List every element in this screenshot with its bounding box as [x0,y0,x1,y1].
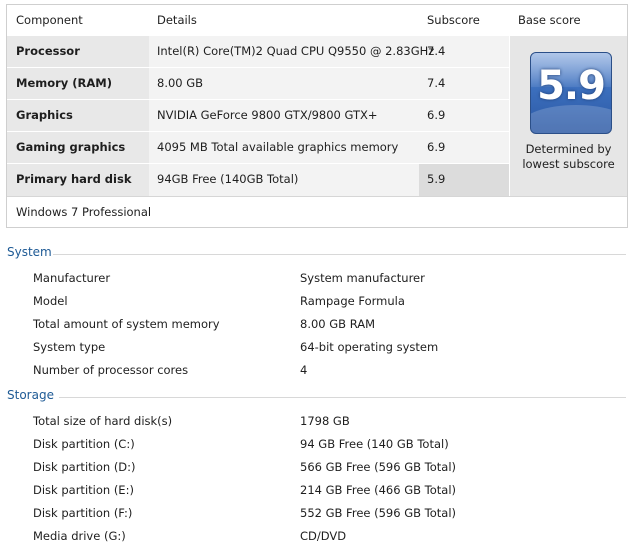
caption-line-1: Determined by [525,142,612,156]
edition-footer: Windows 7 Professional [7,196,627,228]
property-key: System type [33,340,106,354]
property-row: Disk partition (C:) 94 GB Free (140 GB T… [0,433,635,456]
base-score-caption: Determined by lowest subscore [510,142,627,172]
property-row: Media drive (G:) CD/DVD [0,525,635,548]
property-key: Media drive (G:) [33,529,126,543]
property-value: System manufacturer [300,271,425,285]
component-details: 94GB Free (140GB Total) [157,172,299,186]
header-subscore: Subscore [427,13,480,27]
property-row: System type 64-bit operating system [0,336,635,359]
section-divider [53,254,626,255]
component-subscore: 5.9 [427,172,446,186]
base-score-cell: 5.9 Determined by lowest subscore [510,36,627,196]
property-value: 64-bit operating system [300,340,439,354]
property-row: Manufacturer System manufacturer [0,267,635,290]
component-details: 8.00 GB [157,76,204,90]
property-value: 4 [300,363,308,377]
component-subscore: 6.9 [427,108,446,122]
component-details: 4095 MB Total available graphics memory [157,140,399,154]
property-row: Model Rampage Formula [0,290,635,313]
property-key: Total amount of system memory [33,317,220,331]
component-subscore: 7.4 [427,44,446,58]
property-key: Disk partition (E:) [33,483,134,497]
property-row: Disk partition (F:) 552 GB Free (596 GB … [0,502,635,525]
property-key: Manufacturer [33,271,111,285]
section-divider [59,397,626,398]
windows-edition: Windows 7 Professional [16,205,152,219]
header-component: Component [16,13,83,27]
component-details: NVIDIA GeForce 9800 GTX/9800 GTX+ [157,108,378,122]
component-subscore: 6.9 [427,140,446,154]
property-key: Total size of hard disk(s) [33,414,173,428]
section-title-storage: Storage [7,388,54,402]
property-value: 94 GB Free (140 GB Total) [300,437,449,451]
property-value: 8.00 GB RAM [300,317,376,331]
component-label: Gaming graphics [16,140,126,154]
property-value: 566 GB Free (596 GB Total) [300,460,457,474]
property-row: Disk partition (E:) 214 GB Free (466 GB … [0,479,635,502]
base-score-badge-icon: 5.9 [530,52,612,134]
property-value: 552 GB Free (596 GB Total) [300,506,457,520]
property-value: 1798 GB [300,414,350,428]
component-label: Memory (RAM) [16,76,113,90]
property-row: Total amount of system memory 8.00 GB RA… [0,313,635,336]
score-panel: Component Details Subscore Base score Pr… [6,4,628,228]
component-row-primary-hard-disk: Primary hard disk 94GB Free (140GB Total… [7,164,509,195]
section-title-system: System [7,245,52,259]
header-details: Details [157,13,197,27]
component-row-memory: Memory (RAM) 8.00 GB 7.4 [7,68,509,99]
property-row: Number of processor cores 4 [0,359,635,382]
component-details: Intel(R) Core(TM)2 Quad CPU Q9550 @ 2.83… [157,44,435,58]
property-key: Disk partition (D:) [33,460,136,474]
component-row-processor: Processor Intel(R) Core(TM)2 Quad CPU Q9… [7,36,509,67]
base-score-value: 5.9 [537,63,606,109]
property-value: CD/DVD [300,529,347,543]
property-row: Disk partition (D:) 566 GB Free (596 GB … [0,456,635,479]
component-subscore: 7.4 [427,76,446,90]
component-row-graphics: Graphics NVIDIA GeForce 9800 GTX/9800 GT… [7,100,509,131]
component-label: Graphics [16,108,73,122]
property-key: Model [33,294,68,308]
property-key: Disk partition (C:) [33,437,135,451]
property-value: 214 GB Free (466 GB Total) [300,483,457,497]
header-base-score: Base score [518,13,581,27]
caption-line-2: lowest subscore [522,157,615,171]
property-row: Total size of hard disk(s) 1798 GB [0,410,635,433]
badge-wave [531,105,611,133]
component-label: Processor [16,44,80,58]
property-key: Disk partition (F:) [33,506,133,520]
component-label: Primary hard disk [16,172,132,186]
property-value: Rampage Formula [300,294,405,308]
property-key: Number of processor cores [33,363,189,377]
component-row-gaming-graphics: Gaming graphics 4095 MB Total available … [7,132,509,163]
